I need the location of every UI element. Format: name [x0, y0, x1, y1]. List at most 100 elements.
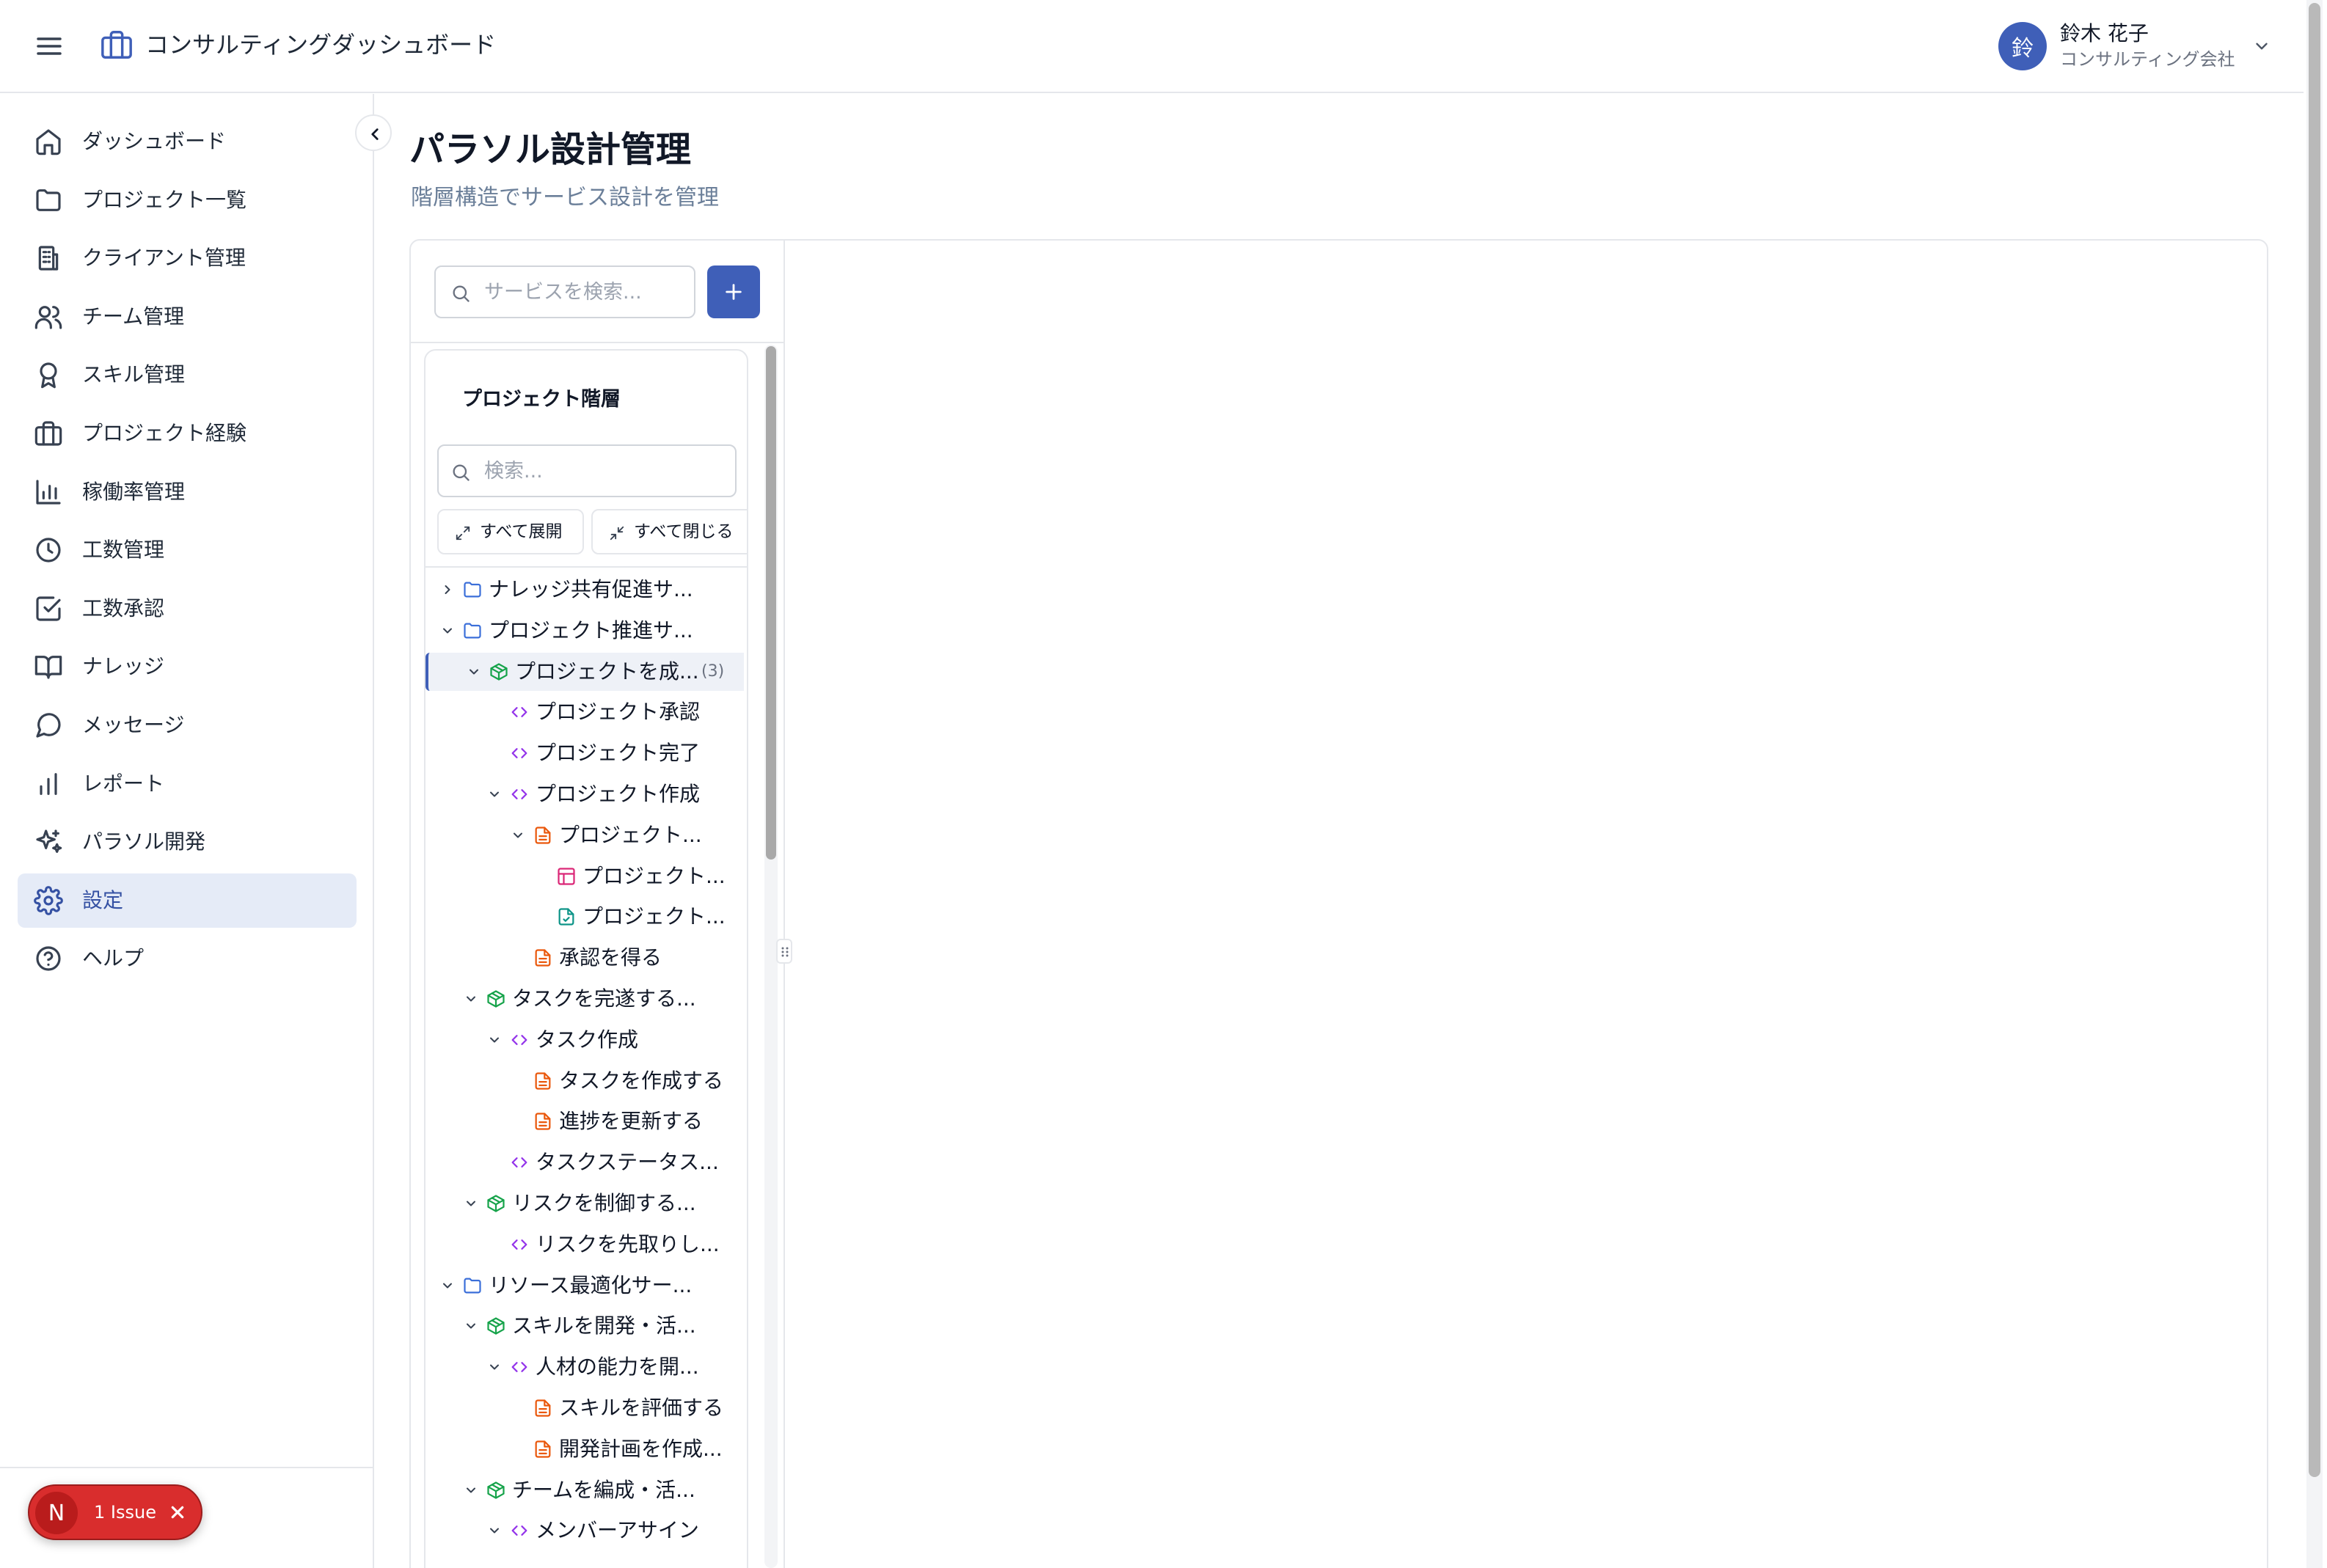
- sidebar-item-9[interactable]: 工数承認: [18, 582, 357, 636]
- chevron-down-icon[interactable]: [464, 1483, 478, 1498]
- tree-row-label: メンバーアサイン: [536, 1518, 699, 1543]
- sidebar-item-11[interactable]: メッセージ: [18, 698, 357, 752]
- tree-row-label: リソース最適化サー...: [489, 1272, 693, 1297]
- settings-icon: [34, 885, 63, 915]
- sidebar-item-15[interactable]: ヘルプ: [18, 931, 357, 986]
- tree-row[interactable]: リソース最適化サー...: [425, 1267, 744, 1305]
- tree-row[interactable]: 開発計画を作成...: [425, 1430, 744, 1468]
- tree-row-label: タスクを作成する: [559, 1068, 724, 1093]
- sidebar-item-12[interactable]: レポート: [18, 757, 357, 811]
- page-scrollbar[interactable]: [2306, 0, 2323, 1568]
- shrink-icon: [610, 526, 624, 541]
- sidebar-item-label: 工数承認: [82, 596, 165, 620]
- tree-row[interactable]: プロジェクト...: [425, 898, 744, 936]
- code-icon: [509, 1520, 530, 1541]
- close-icon[interactable]: [166, 1501, 189, 1524]
- chevron-down-icon[interactable]: [467, 664, 481, 679]
- tree-row[interactable]: プロジェクト推進サ...: [425, 612, 744, 650]
- sidebar-item-6[interactable]: プロジェクト経験: [18, 406, 357, 461]
- tree-row[interactable]: 人材の能力を開...: [425, 1348, 744, 1386]
- sidebar-item-3[interactable]: クライアント管理: [18, 231, 357, 285]
- tree-row[interactable]: プロジェクト作成: [425, 775, 744, 813]
- tree-row[interactable]: プロジェクトを成... (3): [425, 652, 744, 691]
- menu-icon[interactable]: [34, 32, 65, 60]
- folder-icon: [462, 620, 483, 641]
- tree-search-input[interactable]: [484, 453, 719, 488]
- tree-row[interactable]: 進捗を更新する: [425, 1102, 744, 1140]
- sidebar-item-8[interactable]: 工数管理: [18, 523, 357, 577]
- sidebar-item-10[interactable]: ナレッジ: [18, 640, 357, 694]
- tree-row[interactable]: メンバーアサイン: [425, 1512, 744, 1550]
- tree-row[interactable]: タスクを完遂する...: [425, 980, 744, 1018]
- tree-row[interactable]: チームを編成・活...: [425, 1471, 744, 1509]
- tree-row[interactable]: 承認を得る: [425, 939, 744, 977]
- sidebar-item-4[interactable]: チーム管理: [18, 290, 357, 344]
- tree-row[interactable]: プロジェクト...: [425, 857, 744, 895]
- service-search-input[interactable]: [484, 274, 682, 309]
- code-icon: [509, 784, 530, 805]
- file-text-icon: [533, 948, 553, 968]
- chevron-down-icon[interactable]: [487, 1523, 502, 1538]
- folder-icon: [34, 186, 63, 215]
- sidebar-collapse-button[interactable]: [355, 114, 392, 151]
- clock-icon: [34, 535, 63, 565]
- sidebar-item-5[interactable]: スキル管理: [18, 348, 357, 402]
- tree-row-label: タスクを完遂する...: [512, 986, 696, 1011]
- page-scroll-thumb[interactable]: [2309, 3, 2320, 1477]
- sidebar-item-label: 稼働率管理: [82, 479, 186, 504]
- tree-row-label: プロジェクト推進サ...: [489, 618, 693, 642]
- code-icon: [509, 1030, 530, 1050]
- tree-row[interactable]: タスクを作成する: [425, 1062, 744, 1100]
- tree-search[interactable]: [437, 444, 737, 497]
- code-icon: [509, 1357, 530, 1377]
- tree-row[interactable]: プロジェクト完了: [425, 734, 744, 772]
- sidebar-item-7[interactable]: 稼働率管理: [18, 465, 357, 519]
- service-search[interactable]: [434, 265, 695, 318]
- code-icon: [509, 702, 530, 722]
- expand-all-label: すべて展開: [480, 522, 563, 541]
- issue-badge[interactable]: N 1 Issue: [28, 1484, 202, 1540]
- tree-row[interactable]: スキルを評価する: [425, 1389, 744, 1427]
- tree-row[interactable]: プロジェクト...: [425, 816, 744, 854]
- tree-row[interactable]: ナレッジ共有促進サ...: [425, 571, 744, 609]
- chevron-down-icon[interactable]: [464, 1196, 478, 1211]
- tree-row[interactable]: プロジェクト承認: [425, 693, 744, 731]
- user-org: コンサルティング会社: [2060, 49, 2235, 70]
- search-icon: [453, 464, 470, 481]
- tree-row-label: プロジェクト...: [582, 904, 726, 929]
- add-service-button[interactable]: [707, 265, 760, 318]
- chevron-down-icon[interactable]: [487, 1360, 502, 1374]
- tree-row[interactable]: スキルを開発・活...: [425, 1307, 744, 1345]
- resize-handle[interactable]: [776, 939, 792, 964]
- layout-icon: [556, 866, 577, 887]
- chevron-down-icon[interactable]: [464, 992, 478, 1006]
- chevron-down-icon[interactable]: [440, 623, 455, 638]
- tree-row[interactable]: タスク作成: [425, 1021, 744, 1059]
- chevron-down-icon[interactable]: [487, 1033, 502, 1047]
- tree-row[interactable]: リスクを先取りし...: [425, 1226, 744, 1264]
- sidebar-item-1[interactable]: ダッシュボード: [18, 114, 357, 169]
- chevron-right-icon[interactable]: [440, 582, 455, 597]
- tree-row-label: プロジェクト...: [582, 863, 726, 888]
- chevron-down-icon[interactable]: [2252, 37, 2271, 56]
- chevron-down-icon[interactable]: [464, 1319, 478, 1333]
- sidebar-item-2[interactable]: プロジェクト一覧: [18, 173, 357, 227]
- sidebar-item-14[interactable]: 設定: [18, 873, 357, 928]
- collapse-all-button[interactable]: すべて閉じる: [591, 509, 747, 554]
- tree-row-label: プロジェクト作成: [536, 782, 701, 806]
- divider: [425, 566, 747, 568]
- divider: [411, 342, 783, 343]
- award-icon: [34, 360, 63, 389]
- tree-row-label: リスクを先取りし...: [536, 1231, 720, 1256]
- tree-row[interactable]: タスクステータス...: [425, 1143, 744, 1182]
- chevron-down-icon[interactable]: [440, 1278, 455, 1293]
- user-menu[interactable]: 鈴 鈴木 花子 コンサルティング会社: [1998, 21, 2277, 73]
- expand-all-button[interactable]: すべて展開: [437, 509, 584, 554]
- chart-icon: [34, 769, 63, 799]
- tree-row[interactable]: リスクを制御する...: [425, 1184, 744, 1223]
- scroll-thumb[interactable]: [766, 346, 776, 860]
- package-icon: [486, 1316, 506, 1336]
- chevron-down-icon[interactable]: [511, 828, 525, 843]
- chevron-down-icon[interactable]: [487, 787, 502, 802]
- sidebar-item-13[interactable]: パラソル開発: [18, 815, 357, 869]
